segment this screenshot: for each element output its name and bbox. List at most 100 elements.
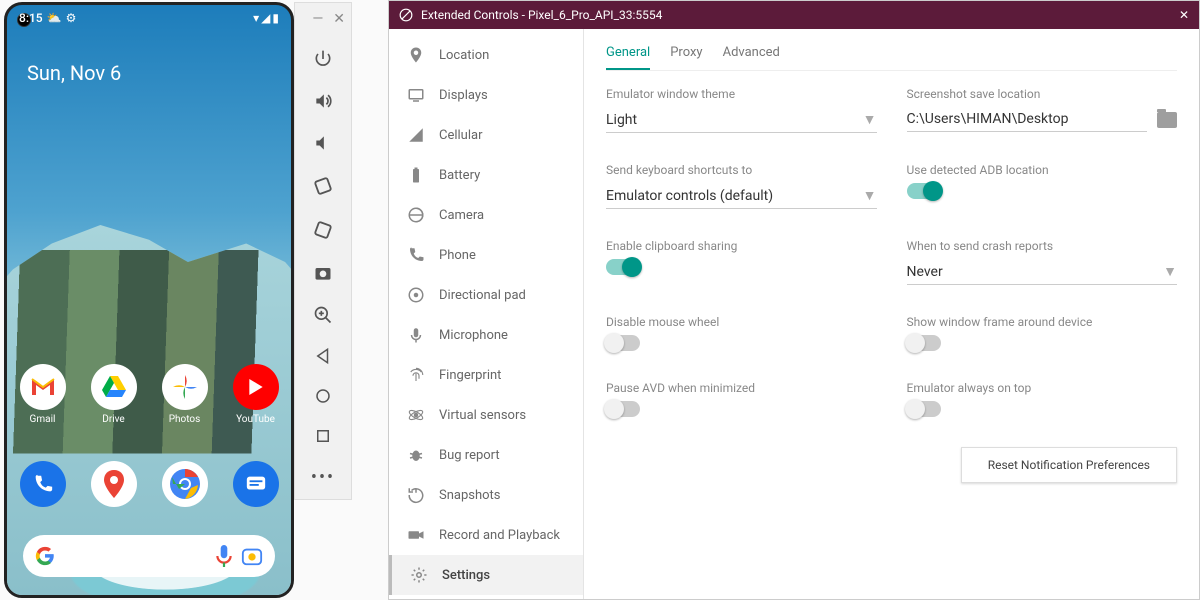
tab-general[interactable]: General bbox=[606, 45, 650, 70]
chrome-icon bbox=[162, 461, 208, 507]
sidebar-item-snapshots[interactable]: Snapshots bbox=[389, 475, 583, 515]
battery-icon: ▮ bbox=[272, 11, 279, 25]
clip-label: Enable clipboard sharing bbox=[606, 239, 877, 253]
app-youtube[interactable]: YouTube bbox=[233, 364, 279, 425]
sidebar-item-displays[interactable]: Displays bbox=[389, 75, 583, 115]
phone-icon bbox=[20, 461, 66, 507]
drive-icon bbox=[91, 364, 137, 410]
sidebar-item-label: Phone bbox=[439, 248, 476, 263]
field-window-frame: Show window frame around device bbox=[907, 315, 1178, 351]
clipboard-toggle[interactable] bbox=[606, 259, 640, 275]
sidebar-item-microphone[interactable]: Microphone bbox=[389, 315, 583, 355]
sidebar-item-virtual-sensors[interactable]: Virtual sensors bbox=[389, 395, 583, 435]
frame-toggle[interactable] bbox=[907, 335, 941, 351]
rotate-right-icon[interactable] bbox=[312, 219, 334, 241]
screenshot-icon[interactable] bbox=[313, 263, 333, 283]
sidebar-item-label: Settings bbox=[442, 568, 490, 583]
tab-advanced[interactable]: Advanced bbox=[723, 45, 780, 70]
more-icon[interactable]: ••• bbox=[311, 467, 335, 488]
sidebar-item-fingerprint[interactable]: Fingerprint bbox=[389, 355, 583, 395]
reset-notifications-button[interactable]: Reset Notification Preferences bbox=[961, 447, 1177, 483]
photos-icon bbox=[162, 364, 208, 410]
folder-icon[interactable] bbox=[1157, 112, 1177, 128]
app-label: Photos bbox=[169, 414, 201, 425]
screenshot-value: C:\Users\HIMAN\Desktop bbox=[907, 111, 1069, 127]
frame-label: Show window frame around device bbox=[907, 315, 1178, 329]
kb-value: Emulator controls (default) bbox=[606, 188, 773, 204]
zoom-icon[interactable] bbox=[313, 305, 333, 325]
close-icon[interactable]: ✕ bbox=[1179, 8, 1189, 22]
adb-toggle[interactable] bbox=[907, 183, 941, 199]
app-label: YouTube bbox=[236, 414, 275, 425]
sidebar-item-label: Directional pad bbox=[439, 288, 526, 303]
mic-icon[interactable] bbox=[215, 545, 233, 567]
back-icon[interactable] bbox=[314, 347, 332, 365]
wheel-toggle[interactable] bbox=[606, 335, 640, 351]
sidebar-item-record-and-playback[interactable]: Record and Playback bbox=[389, 515, 583, 555]
rotate-left-icon[interactable] bbox=[312, 175, 334, 197]
sidebar-item-camera[interactable]: Camera bbox=[389, 195, 583, 235]
field-adb: Use detected ADB location bbox=[907, 163, 1178, 209]
status-settings-icon: ⚙ bbox=[66, 11, 77, 25]
app-chrome[interactable] bbox=[162, 461, 208, 507]
sidebar-item-directional-pad[interactable]: Directional pad bbox=[389, 275, 583, 315]
youtube-icon bbox=[233, 364, 279, 410]
app-label: Drive bbox=[102, 414, 124, 425]
android-status-bar: 8:15 ⛅ ⚙ ▾ ◢ ▮ bbox=[7, 11, 291, 25]
overview-icon[interactable] bbox=[314, 427, 332, 445]
ontop-toggle[interactable] bbox=[907, 401, 941, 417]
sidebar-item-label: Virtual sensors bbox=[439, 408, 526, 423]
window-close-button[interactable]: ✕ bbox=[333, 11, 345, 27]
power-icon[interactable] bbox=[313, 49, 333, 69]
ontop-label: Emulator always on top bbox=[907, 381, 1178, 395]
status-time: 8:15 bbox=[19, 11, 43, 25]
sidebar-item-battery[interactable]: Battery bbox=[389, 155, 583, 195]
sidebar-item-label: Snapshots bbox=[439, 488, 501, 503]
field-clipboard: Enable clipboard sharing bbox=[606, 239, 877, 285]
extended-controls-sidebar: Location Displays CellularBatteryCamera Pho… bbox=[389, 29, 584, 599]
wifi-icon: ▾ bbox=[253, 11, 259, 25]
sidebar-item-location[interactable]: Location bbox=[389, 35, 583, 75]
app-photos[interactable]: Photos bbox=[162, 364, 208, 425]
screenshot-path-input[interactable]: C:\Users\HIMAN\Desktop bbox=[907, 107, 1148, 132]
app-drive[interactable]: Drive bbox=[91, 364, 137, 425]
sidebar-item-bug-report[interactable]: Bug report bbox=[389, 435, 583, 475]
sidebar-item-settings[interactable]: Settings bbox=[389, 555, 583, 595]
sidebar-item-label: Displays bbox=[439, 88, 488, 103]
app-messages[interactable] bbox=[233, 461, 279, 507]
pause-label: Pause AVD when minimized bbox=[606, 381, 877, 395]
window-title: Extended Controls - Pixel_6_Pro_API_33:5… bbox=[421, 8, 662, 22]
theme-select[interactable]: Light ▼ bbox=[606, 107, 877, 133]
sidebar-item-phone[interactable]: Phone bbox=[389, 235, 583, 275]
home-app-row-1: Gmail Drive Photos YouTube bbox=[7, 364, 291, 425]
chevron-down-icon: ▼ bbox=[1163, 263, 1177, 280]
lens-icon[interactable] bbox=[241, 545, 263, 567]
theme-label: Emulator window theme bbox=[606, 87, 877, 101]
signal-icon: ◢ bbox=[261, 11, 270, 25]
app-gmail[interactable]: Gmail bbox=[20, 364, 66, 425]
volume-up-icon[interactable] bbox=[313, 91, 333, 111]
sidebar-item-cellular[interactable]: Cellular bbox=[389, 115, 583, 155]
messages-icon bbox=[233, 461, 279, 507]
pause-toggle[interactable] bbox=[606, 401, 640, 417]
theme-value: Light bbox=[606, 112, 637, 128]
window-minimize-button[interactable]: — bbox=[312, 11, 323, 27]
app-phone[interactable] bbox=[20, 461, 66, 507]
field-always-on-top: Emulator always on top bbox=[907, 381, 1178, 417]
maps-icon bbox=[91, 461, 137, 507]
google-g-icon bbox=[35, 546, 55, 566]
chevron-down-icon: ▼ bbox=[863, 187, 877, 204]
chevron-down-icon: ▼ bbox=[863, 111, 877, 128]
home-date-text: Sun, Nov 6 bbox=[27, 61, 121, 85]
home-search-bar[interactable] bbox=[23, 535, 275, 577]
sidebar-item-label: Location bbox=[439, 48, 489, 63]
tab-proxy[interactable]: Proxy bbox=[670, 45, 702, 70]
sidebar-item-label: Fingerprint bbox=[439, 368, 501, 383]
app-maps[interactable] bbox=[91, 461, 137, 507]
screenshot-label: Screenshot save location bbox=[907, 87, 1178, 101]
crash-select[interactable]: Never ▼ bbox=[907, 259, 1178, 285]
field-keyboard: Send keyboard shortcuts to Emulator cont… bbox=[606, 163, 877, 209]
volume-down-icon[interactable] bbox=[313, 133, 333, 153]
home-icon[interactable] bbox=[314, 387, 332, 405]
kb-select[interactable]: Emulator controls (default) ▼ bbox=[606, 183, 877, 209]
